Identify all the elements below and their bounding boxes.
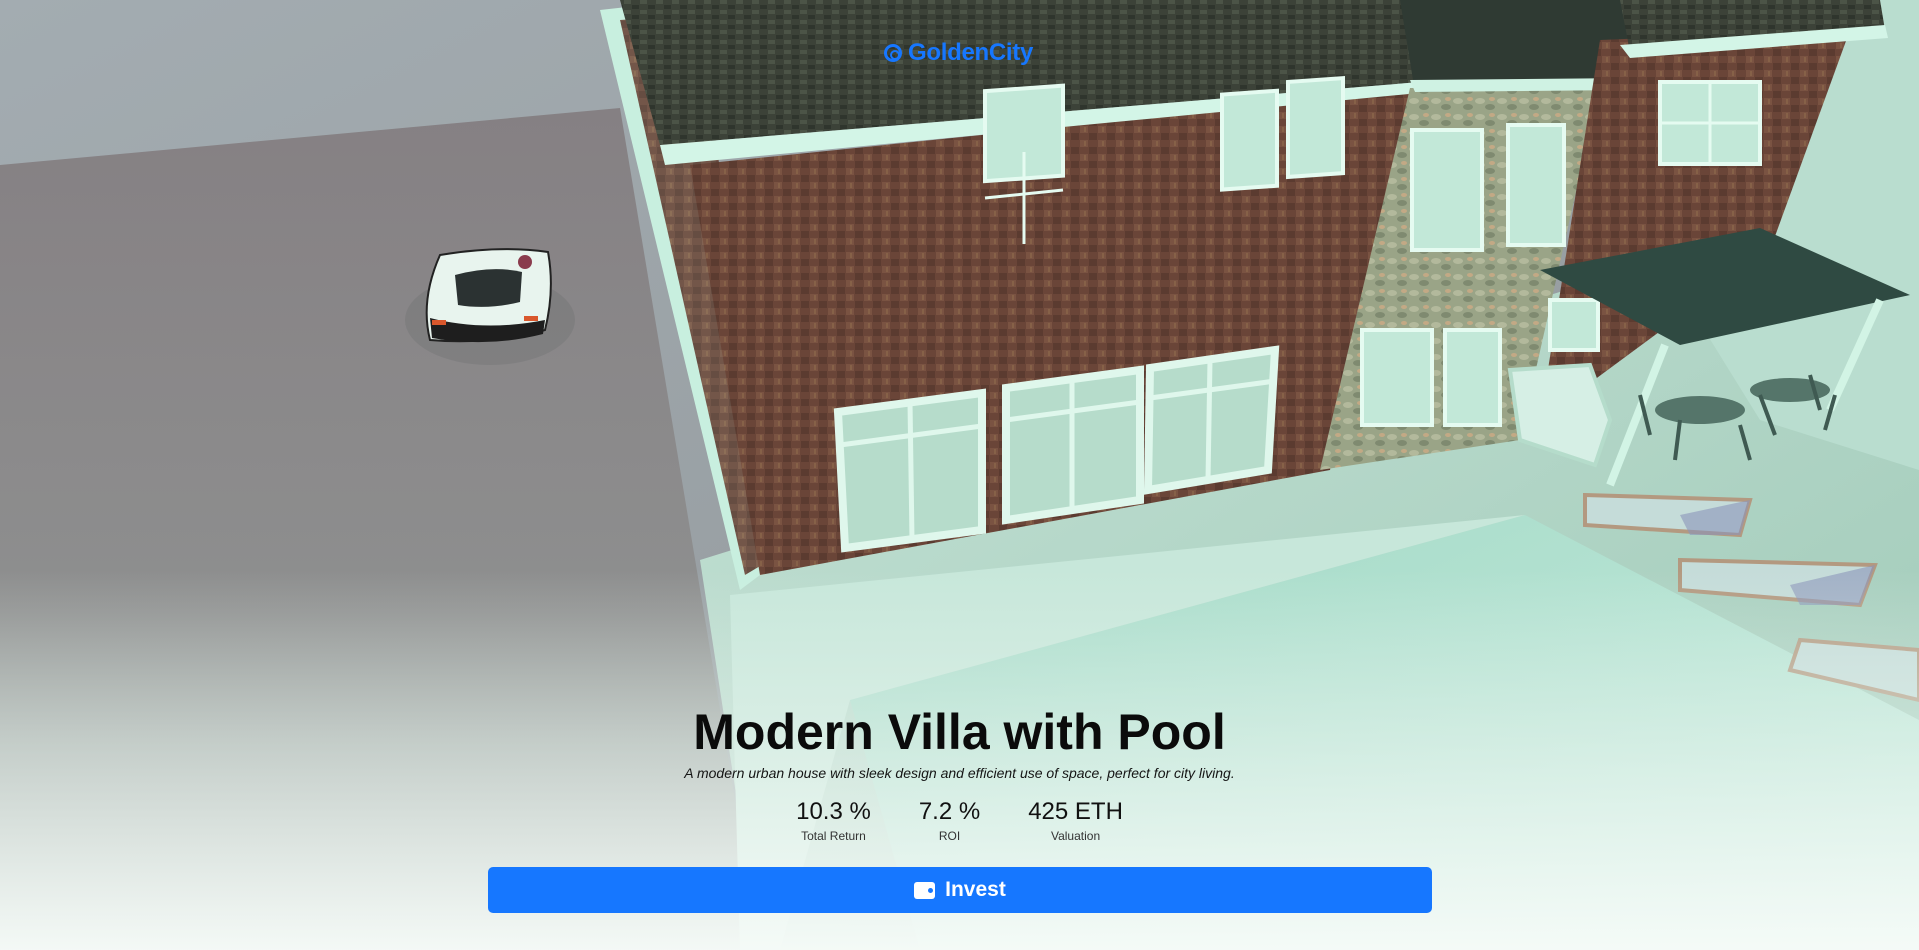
brand-logo[interactable]: GoldenCity bbox=[884, 39, 1033, 67]
stat-label: ROI bbox=[938, 829, 961, 843]
stat-label: Total Return bbox=[801, 829, 866, 843]
wallet-icon bbox=[914, 881, 936, 899]
property-description: A modern urban house with sleek design a… bbox=[684, 765, 1235, 781]
stat-label: Valuation bbox=[1050, 829, 1101, 843]
stat-roi: 7.2 % ROI bbox=[919, 798, 980, 844]
stat-value: 7.2 % bbox=[918, 798, 981, 825]
property-info-panel: Modern Villa with Pool A modern urban ho… bbox=[0, 700, 1919, 844]
stat-total-return: 10.3 % Total Return bbox=[796, 798, 871, 844]
property-stats: 10.3 % Total Return 7.2 % ROI 425 ETH Va… bbox=[0, 798, 1919, 844]
invest-label: Invest bbox=[945, 878, 1006, 901]
brand-name: GoldenCity bbox=[908, 39, 1034, 66]
viewer-stage[interactable]: GoldenCity Modern Villa with Pool A mode… bbox=[0, 0, 1919, 950]
stat-valuation: 425 ETH Valuation bbox=[1028, 798, 1123, 844]
brand-ring-icon bbox=[884, 44, 902, 62]
stat-value: 10.3 % bbox=[796, 798, 871, 825]
invest-button[interactable]: Invest bbox=[488, 867, 1432, 913]
property-title: Modern Villa with Pool bbox=[693, 704, 1226, 760]
stat-value: 425 ETH bbox=[1028, 798, 1123, 825]
